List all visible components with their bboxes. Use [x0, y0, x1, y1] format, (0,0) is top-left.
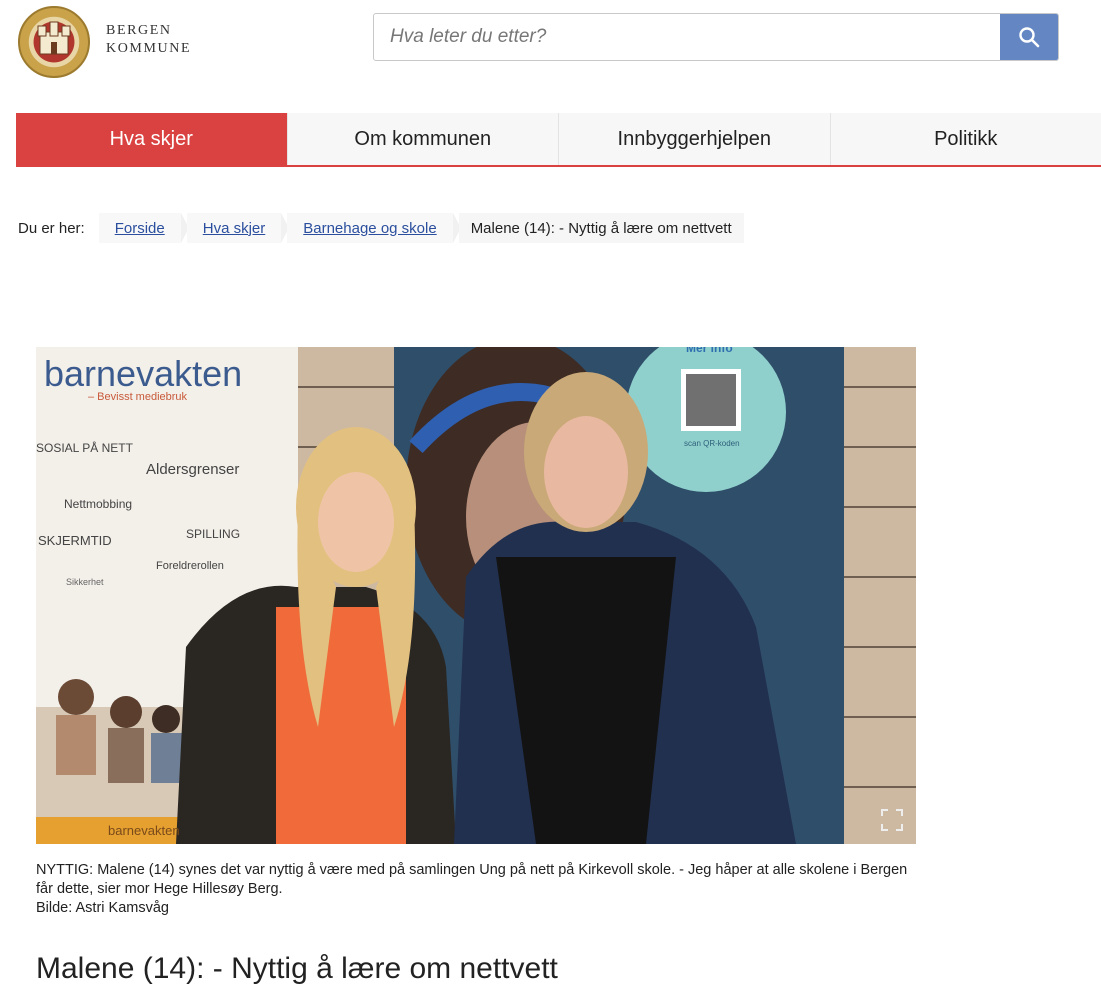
expand-icon	[881, 809, 903, 831]
banner-word-nettmobbing: Nettmobbing	[64, 497, 133, 511]
nav-tab-politikk[interactable]: Politikk	[830, 113, 1101, 165]
search-bar	[373, 13, 1059, 61]
search-icon	[1019, 27, 1040, 48]
brand-name[interactable]: BERGEN KOMMUNE	[106, 22, 191, 58]
breadcrumb-link-hva-skjer[interactable]: Hva skjer	[203, 220, 266, 237]
breadcrumb-item-hva-skjer[interactable]: Hva skjer	[186, 213, 289, 243]
breadcrumb-label: Du er her:	[18, 219, 85, 237]
banner-footer: barnevakten	[108, 823, 180, 838]
banner-word-spilling: SPILLING	[186, 527, 241, 541]
banner-tagline: – Bevisst mediebruk	[88, 391, 188, 403]
article-title: Malene (14): - Nyttig å lære om nettvett	[36, 952, 558, 985]
caption-credit: Bilde: Astri Kamsvåg	[36, 900, 169, 916]
castle-icon	[37, 21, 71, 55]
caption-text: NYTTIG: Malene (14) synes det var nyttig…	[36, 862, 908, 897]
brand-line-1: BERGEN	[106, 23, 172, 38]
main-navigation: Hva skjer Om kommunen Innbyggerhjelpen P…	[16, 113, 1101, 167]
banner-word-sosial: SOSIAL PÅ NETT	[36, 441, 133, 455]
poster-circle-title: Mer info	[686, 347, 733, 355]
search-input[interactable]	[374, 14, 1000, 60]
breadcrumb-item-forside[interactable]: Forside	[98, 213, 189, 243]
banner-word-sikkerhet: Sikkerhet	[66, 577, 104, 587]
breadcrumb-current-page: Malene (14): - Nyttig å lære om nettvett	[458, 213, 744, 243]
photo-caption: NYTTIG: Malene (14) synes det var nyttig…	[36, 861, 916, 918]
banner-title: barnevakten	[44, 353, 243, 394]
breadcrumb: Du er her: Forside Hva skjer Barnehage o…	[18, 212, 750, 244]
nav-tab-innbyggerhjelpen[interactable]: Innbyggerhjelpen	[559, 113, 831, 165]
breadcrumb-link-forside[interactable]: Forside	[115, 220, 165, 237]
nav-tab-om-kommunen[interactable]: Om kommunen	[287, 113, 559, 165]
banner-word-aldersgrenser: Aldersgrenser	[146, 461, 240, 478]
photo-illustration	[36, 347, 916, 844]
search-button[interactable]	[1000, 14, 1058, 60]
banner-word-foreldrerollen: Foreldrerollen	[156, 560, 224, 572]
article-photo[interactable]: barnevakten – Bevisst mediebruk SOSIAL P…	[36, 347, 916, 844]
brand-line-2: KOMMUNE	[106, 41, 192, 56]
banner-word-skjermtid: SKJERMTID	[38, 533, 112, 548]
expand-image-button[interactable]	[880, 808, 904, 832]
poster-circle-subtitle: scan QR-koden	[684, 439, 740, 448]
breadcrumb-link-barnehage-og-skole[interactable]: Barnehage og skole	[303, 220, 436, 237]
bergen-coat-of-arms-logo[interactable]	[18, 6, 90, 78]
breadcrumb-item-barnehage-og-skole[interactable]: Barnehage og skole	[287, 213, 462, 243]
nav-tab-hva-skjer[interactable]: Hva skjer	[16, 113, 288, 165]
